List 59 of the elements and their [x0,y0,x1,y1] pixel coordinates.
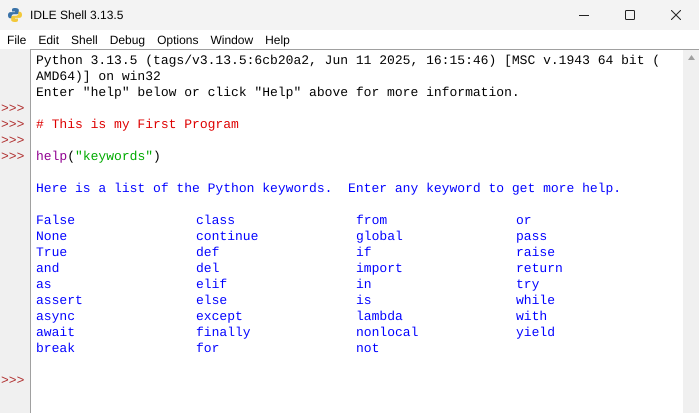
keyword-text: or [516,213,532,229]
keyword-text: assert [36,293,83,309]
keyword-text: as [36,277,52,293]
menu-item[interactable]: Help [259,30,296,48]
python-logo-icon [7,7,23,23]
keyword-text: class [196,213,236,229]
shell-line: Enter "help" below or click "Help" above for more information. [36,85,521,101]
shell-line: AMD64)] on win32 [36,69,162,85]
keyword-text: not [356,341,380,357]
keyword-text: finally [196,325,251,341]
shell-line: Here is a list of the Python keywords. Enter any keyword to get more help. [36,181,622,197]
keyword-text: True [36,245,68,261]
keyword-text: lambda [356,309,403,325]
keyword-text: from [356,213,388,229]
keyword-text: await [36,325,76,341]
keyword-text: elif [196,277,228,293]
shell-line: Python 3.13.5 (tags/v3.13.5:6cb20a2, Jun 11 2025, 16:15:46) [MSC v.1943 64 bit ( [36,53,662,69]
window-title: IDLE Shell 3.13.5 [30,7,124,24]
maximize-icon [625,10,635,20]
keyword-text: import [356,261,403,277]
keyword-text: nonlocal [356,325,418,341]
menu-item[interactable]: Shell [65,30,104,48]
menu-item[interactable]: Edit [32,30,66,48]
prompt-marker: >>> [1,101,24,116]
keyword-text: and [36,261,60,277]
keyword-text: for [196,341,220,357]
keyword-text: with [516,309,548,325]
keyword-text: continue [196,229,258,245]
keyword-text: while [516,293,556,309]
keyword-text: except [196,309,243,325]
keyword-text: in [356,277,372,293]
minimize-icon [579,14,589,16]
menu-item[interactable]: Debug [104,30,152,48]
keyword-text: yield [516,325,556,341]
prompt-marker: >>> [1,373,24,388]
keyword-text: global [356,229,403,245]
scrollbar[interactable] [683,49,699,413]
keyword-text: pass [516,229,548,245]
keyword-text: False [36,213,76,229]
keyword-text: break [36,341,76,357]
menu-item[interactable]: File [1,30,32,48]
keyword-text: else [196,293,228,309]
prompt-marker: >>> [1,117,24,132]
shell-line: help("keywords") [36,149,162,165]
menu-item[interactable]: Options [151,30,204,48]
keyword-text: raise [516,245,556,261]
close-icon [671,10,681,20]
keyword-text: del [196,261,220,277]
keyword-text: async [36,309,76,325]
keyword-text: is [356,293,372,309]
keyword-text: try [516,277,540,293]
prompt-marker: >>> [1,149,24,164]
keyword-text: def [196,245,220,261]
keyword-text: None [36,229,68,245]
shell-line: # This is my First Program [36,117,240,133]
keyword-text: if [356,245,372,261]
keyword-text: return [516,261,563,277]
menu-item[interactable]: Window [204,30,260,48]
prompt-marker: >>> [1,133,24,148]
